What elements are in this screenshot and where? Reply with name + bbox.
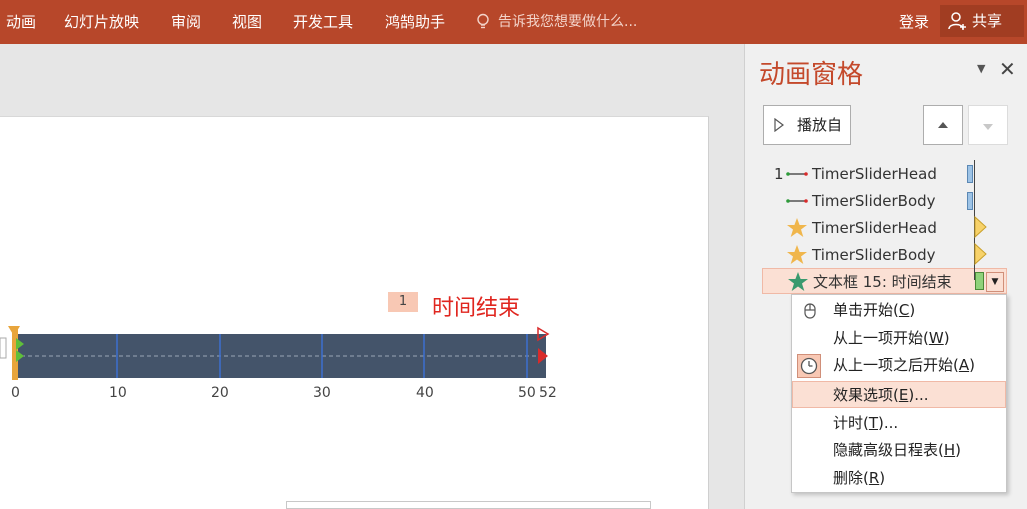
tick-label: 10: [109, 385, 127, 401]
placeholder-handle: [0, 337, 7, 359]
motion-path-icon: [786, 199, 808, 203]
menu-item-start-on-click[interactable]: 单击开始(C): [792, 297, 1006, 324]
pane-options-dropdown-icon[interactable]: ▼: [977, 62, 985, 75]
play-from-label: 播放自: [797, 116, 843, 134]
animation-item-name: TimerSliderHead: [812, 219, 937, 237]
tick-label: 52: [539, 385, 557, 401]
menu-item-hide-advanced-timeline[interactable]: 隐藏高级日程表(H): [792, 437, 1006, 464]
animation-item-3[interactable]: TimerSliderHead: [762, 215, 1008, 241]
animation-item-4[interactable]: TimerSliderBody: [762, 242, 1008, 268]
slide-canvas[interactable]: [0, 116, 709, 509]
star-icon: [787, 218, 807, 237]
time-end-textbox[interactable]: 时间结束: [432, 294, 520, 324]
menu-item-label: 效果选项(E)...: [833, 386, 929, 404]
caret-up-icon: [938, 122, 948, 128]
powerpoint-window: 动画 幻灯片放映 审阅 视图 开发工具 鸿鹄助手 告诉我您想要做什么... 登录…: [0, 0, 1027, 509]
share-button[interactable]: 共享: [940, 5, 1024, 37]
menu-item-label: 删除(R): [833, 469, 886, 487]
green-star-icon: [788, 272, 808, 291]
tick-label: 30: [313, 385, 331, 401]
menu-item-label: 从上一项之后开始(A): [833, 356, 975, 374]
tab-animations[interactable]: 动画: [6, 12, 36, 32]
lightbulb-icon: [477, 13, 489, 29]
tick-label: 20: [211, 385, 229, 401]
timeline-duration-bar[interactable]: [967, 165, 973, 183]
play-icon: [774, 118, 784, 132]
animation-order-marker[interactable]: 1: [388, 292, 418, 312]
animation-context-menu: 单击开始(C) 从上一项开始(W) 从上一项之后开始(A) 效果选项(E)...…: [791, 294, 1007, 493]
animation-item-name: 文本框 15: 时间结束: [813, 273, 952, 291]
animation-item-name: TimerSliderBody: [812, 246, 936, 264]
menu-item-label: 计时(T)...: [833, 414, 899, 432]
menu-item-timing[interactable]: 计时(T)...: [792, 410, 1006, 437]
move-up-button[interactable]: [923, 105, 963, 145]
animation-item-5[interactable]: 文本框 15: 时间结束: [762, 268, 1007, 294]
star-icon: [787, 245, 807, 264]
timeline-emphasis-marker[interactable]: [974, 243, 988, 265]
timeline-entrance-bar[interactable]: [975, 272, 984, 290]
tell-me-search[interactable]: 告诉我您想要做什么...: [476, 12, 637, 32]
animation-item-name: TimerSliderBody: [812, 192, 936, 210]
tab-slideshow[interactable]: 幻灯片放映: [64, 12, 139, 32]
play-from-button[interactable]: 播放自: [763, 105, 851, 145]
move-down-button[interactable]: [968, 105, 1008, 145]
menu-item-label: 从上一项开始(W): [833, 329, 950, 347]
slide-editor: 1 时间结束 0 10 20 30 40 50 52: [0, 44, 744, 509]
horizontal-scrollbar[interactable]: [286, 501, 651, 509]
login-link[interactable]: 登录: [899, 12, 929, 32]
menu-item-with-previous[interactable]: 从上一项开始(W): [792, 325, 1006, 352]
menu-item-effect-options[interactable]: 效果选项(E)...: [792, 381, 1006, 408]
add-person-icon: [948, 12, 966, 30]
menu-item-label: 单击开始(C): [833, 301, 916, 319]
timer-bar[interactable]: [0, 324, 560, 384]
clock-icon: [797, 354, 821, 378]
ribbon-tab-bar: 动画 幻灯片放映 审阅 视图 开发工具 鸿鹄助手 告诉我您想要做什么... 登录…: [0, 0, 1027, 44]
menu-item-label: 隐藏高级日程表(H): [833, 441, 961, 459]
motion-path-icon: [786, 172, 808, 176]
tick-label: 0: [11, 385, 20, 401]
menu-item-remove[interactable]: 删除(R): [792, 465, 1006, 492]
menu-item-after-previous[interactable]: 从上一项之后开始(A): [792, 352, 1006, 379]
caret-down-icon: [983, 124, 993, 130]
tab-view[interactable]: 视图: [232, 12, 262, 32]
close-icon[interactable]: ✕: [999, 57, 1016, 81]
item-dropdown-button[interactable]: ▼: [986, 272, 1004, 292]
share-label: 共享: [972, 12, 1003, 30]
tab-developer[interactable]: 开发工具: [293, 12, 353, 32]
timeline-emphasis-marker[interactable]: [974, 216, 988, 238]
tick-label: 50: [518, 385, 536, 401]
mouse-click-icon: [804, 303, 816, 319]
pane-title: 动画窗格: [759, 60, 864, 90]
timeline-duration-bar[interactable]: [967, 192, 973, 210]
tab-honghu-assistant[interactable]: 鸿鹄助手: [385, 12, 445, 32]
animation-item-name: TimerSliderHead: [812, 165, 937, 183]
tick-label: 40: [416, 385, 434, 401]
animation-order-number: 1: [774, 165, 784, 183]
tell-me-placeholder: 告诉我您想要做什么...: [498, 14, 638, 30]
tab-review[interactable]: 审阅: [171, 12, 201, 32]
